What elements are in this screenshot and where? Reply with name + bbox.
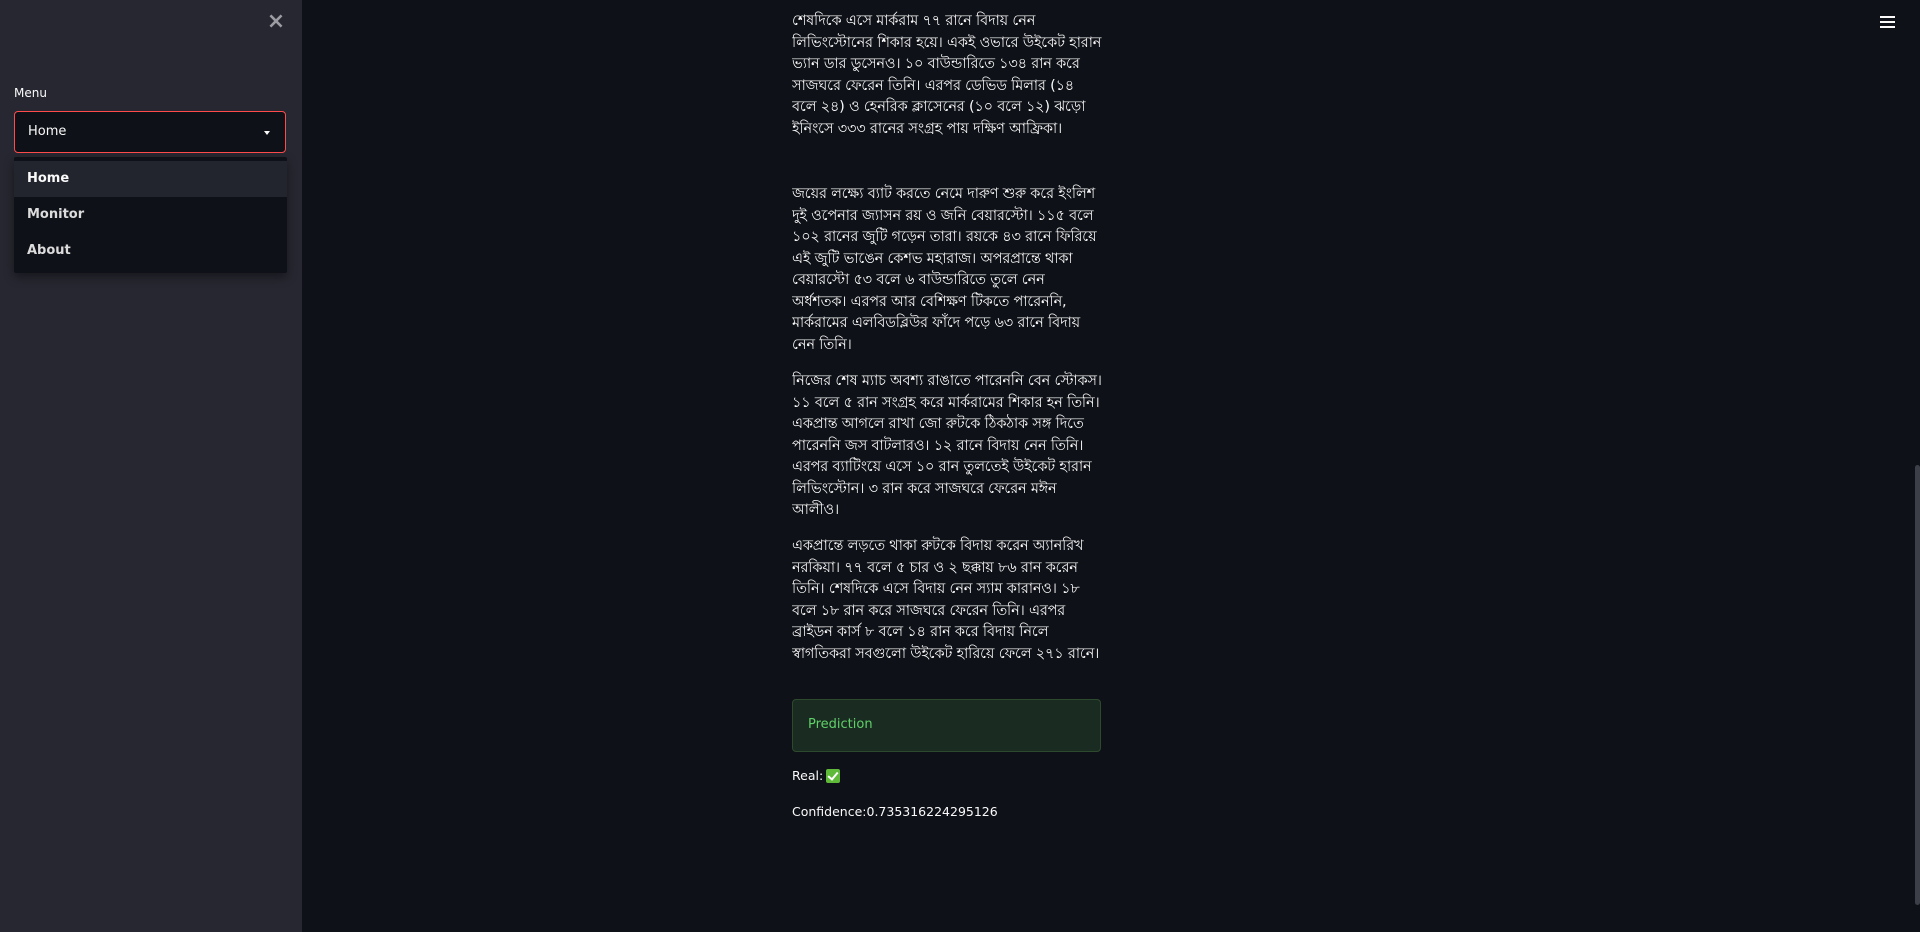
page-select-dropdown: Home Monitor About: [14, 157, 287, 273]
hamburger-menu-icon[interactable]: [1880, 16, 1895, 29]
menu-label: Menu: [14, 86, 47, 100]
real-label: Real:: [792, 768, 824, 783]
scrollbar-thumb[interactable]: [1915, 465, 1920, 905]
article-paragraph: জয়ের লক্ষ্যে ব্যাট করতে নেমে দারুণ শুরু…: [792, 186, 1097, 353]
chevron-down-icon[interactable]: [264, 131, 270, 135]
article-paragraph: একপ্রান্তে লড়তে থাকা রুটকে বিদায় করেন …: [792, 538, 1100, 662]
sidebar: × Menu Home Home Monitor About: [0, 0, 302, 932]
close-icon[interactable]: ×: [266, 10, 286, 34]
page-select-value: Home: [28, 124, 67, 139]
article-text: শেষদিকে এসে মার্করাম ৭৭ রানে বিদায় নেন …: [792, 11, 1102, 698]
page-select[interactable]: Home: [14, 111, 286, 153]
confidence-text: Confidence:0.735316224295126: [792, 804, 998, 819]
prediction-box: Prediction: [792, 699, 1101, 752]
app-root: × Menu Home Home Monitor About শেষদিকে এ…: [0, 0, 1920, 932]
dropdown-option-home[interactable]: Home: [14, 161, 287, 197]
article-paragraph: নিজের শেষ ম্যাচ অবশ্য রাঙাতে পারেননি বেন…: [792, 373, 1102, 518]
dropdown-option-monitor[interactable]: Monitor: [14, 197, 287, 233]
dropdown-option-about[interactable]: About: [14, 233, 287, 269]
check-icon: [826, 768, 841, 783]
prediction-label: Prediction: [808, 717, 873, 732]
real-result: Real:: [792, 768, 841, 783]
article-paragraph: শেষদিকে এসে মার্করাম ৭৭ রানে বিদায় নেন …: [792, 13, 1102, 137]
